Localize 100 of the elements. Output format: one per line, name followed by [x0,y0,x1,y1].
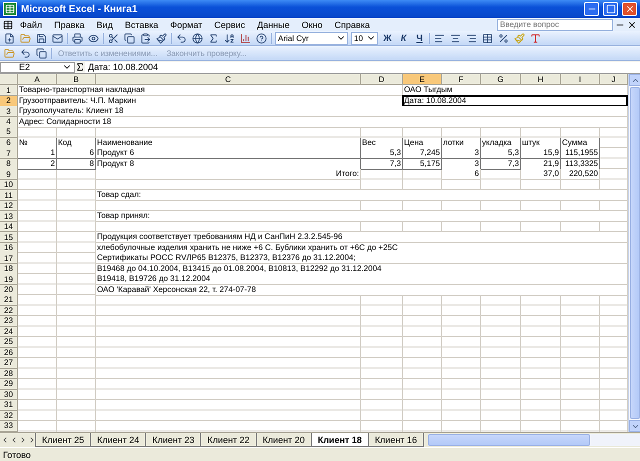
row-header[interactable]: 13 [0,211,18,222]
cell-text: Продукция соответствует требованиям НД и СанПиН 2.3.2.545-96 [96,232,628,243]
chart-icon[interactable] [239,32,252,44]
horizontal-scrollbar[interactable] [428,434,640,446]
minimize-button[interactable] [584,2,599,16]
row-header[interactable]: 22 [0,306,18,316]
row-header[interactable]: 24 [0,326,18,337]
row-header[interactable]: 12 [0,200,18,211]
scroll-thumb[interactable] [630,87,640,419]
mail-icon[interactable] [51,32,64,44]
sheet-tab[interactable]: Клиент 18 [310,433,369,447]
close-button[interactable] [622,2,637,16]
row-header[interactable]: 16 [0,242,18,254]
help-search-field[interactable]: Введите вопрос [497,18,613,30]
sheet-tab[interactable]: Клиент 16 [368,433,424,447]
row-header[interactable]: 10 [0,180,18,190]
row-header[interactable]: 26 [0,348,18,358]
restore-button[interactable] [603,2,618,16]
row-header[interactable]: 6 [0,138,18,148]
row-header[interactable]: 31 [0,400,18,410]
column-header[interactable]: A [18,74,57,85]
menu-item[interactable]: Окно [296,20,328,30]
font-color-icon[interactable] [529,32,542,44]
row-header[interactable]: 18 [0,264,18,274]
undo-icon[interactable] [19,46,32,60]
menu-item[interactable]: Данные [252,20,295,30]
cell-text: 1 [18,148,57,159]
row-header[interactable]: 9 [0,169,18,180]
format-style-button[interactable]: Ч [413,32,426,44]
row-header[interactable]: 4 [0,116,18,128]
font-dropdown[interactable]: Arial Cyr [275,32,348,44]
cut-icon[interactable] [107,32,120,44]
close-icon [624,4,634,14]
copy-icon[interactable] [123,32,136,44]
brush-icon[interactable] [155,32,168,44]
row-header[interactable]: 11 [0,190,18,201]
row-header[interactable]: 17 [0,253,18,264]
row-header[interactable]: 29 [0,379,18,390]
row-header[interactable]: 21 [0,295,18,306]
column-header[interactable]: H [521,74,561,85]
row-header[interactable]: 28 [0,368,18,379]
row-header[interactable]: 8 [0,158,18,170]
menu-item[interactable]: Вид [92,20,118,30]
menu-item[interactable]: Файл [15,20,48,30]
sheet-tab[interactable]: Клиент 25 [35,433,92,447]
menu-item[interactable]: Формат [165,20,208,30]
row-header[interactable]: 7 [0,148,18,159]
row-header[interactable]: 19 [0,274,18,285]
name-box[interactable]: E2 [0,62,75,72]
scroll-up-icon[interactable] [629,74,640,86]
column-header[interactable]: G [481,74,521,85]
cell-text: Сертификаты РОСС RVЛР65 B12375, B12373, B12376 до 31.12.2004; [96,253,628,264]
row-header[interactable]: 25 [0,337,18,348]
menu-item[interactable]: Сервис [209,20,250,30]
paste-icon[interactable] [139,32,152,44]
column-header[interactable]: E [403,74,442,85]
menu-item[interactable]: Правка [49,20,90,30]
column-header[interactable]: F [442,74,481,85]
save-icon[interactable] [35,32,48,44]
cell-text: Наименование [96,138,361,148]
row-header[interactable]: 23 [0,316,18,326]
column-header[interactable]: I [561,74,600,85]
undo-icon[interactable] [175,32,188,44]
cell-text: Итого: [96,169,361,180]
cell-text: 6 [442,169,481,180]
globe-icon[interactable] [191,32,204,44]
sort-icon[interactable] [223,32,236,44]
cell-text: 2 [18,158,57,170]
row-header[interactable]: 20 [0,284,18,296]
row-header[interactable]: 32 [0,410,18,421]
new-file-icon[interactable] [3,32,16,44]
format-style-button[interactable]: Ж [381,32,394,44]
row-header[interactable]: 5 [0,127,18,138]
row-header[interactable]: 27 [0,358,18,368]
percent-icon[interactable] [497,32,510,44]
row-header[interactable]: 3 [0,106,18,117]
scroll-down-icon[interactable] [629,420,640,432]
format-style-button[interactable]: К [397,32,410,44]
column-header[interactable]: C [96,74,361,85]
row-header[interactable]: 30 [0,390,18,400]
formula-field[interactable]: Дата: 10.08.2004 [85,62,640,72]
print-icon[interactable] [71,32,84,44]
help-icon[interactable] [255,32,268,44]
column-header[interactable]: B [57,74,96,85]
row-header[interactable]: 14 [0,222,18,232]
row-header[interactable]: 1 [0,85,18,96]
cell-text: Дата: 10.08.2004 [403,96,628,106]
cell-text: 37,0 [521,169,561,180]
copy-icon[interactable] [35,46,48,60]
column-header[interactable]: D [361,74,403,85]
vertical-scrollbar[interactable] [628,74,640,432]
cell-text: Продукт 8 [96,158,361,170]
menu-item[interactable]: Вставка [120,20,164,30]
column-header[interactable]: J [600,74,628,85]
font-size-dropdown[interactable]: 10 [351,32,378,44]
menu-item[interactable]: Справка [330,20,375,30]
row-header[interactable]: 15 [0,232,18,243]
row-header[interactable]: 2 [0,96,18,106]
row-header[interactable]: 33 [0,421,18,432]
cell-text: 113,3325 [561,158,600,170]
